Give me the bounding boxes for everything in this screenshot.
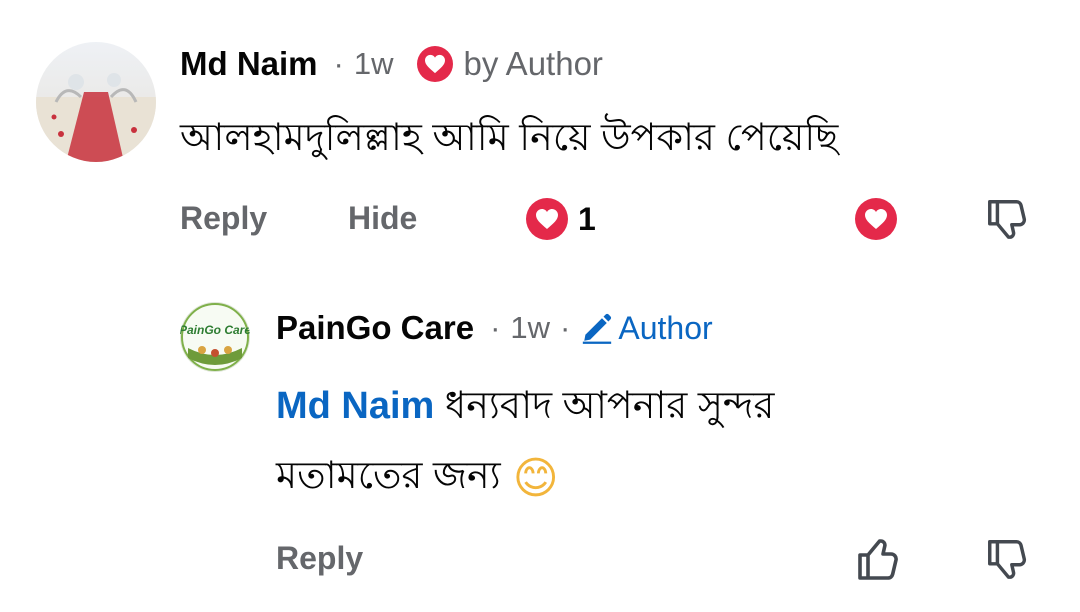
page-avatar[interactable]: PainGo Care — [180, 302, 250, 372]
reply-text-line2: মতামতের জন্য 😊 — [276, 446, 559, 510]
like-button[interactable] — [854, 536, 902, 584]
author-badge-label: Author — [618, 309, 713, 346]
heart-icon — [425, 54, 446, 74]
thumbs-down-icon — [988, 200, 1027, 239]
love-reaction-badge — [526, 198, 568, 240]
heart-icon — [536, 209, 558, 229]
pencil-icon — [583, 313, 612, 344]
commenter-avatar[interactable] — [36, 42, 156, 162]
meta-separator: · — [333, 46, 344, 81]
smiling-face-emoji: 😊 — [512, 452, 559, 504]
paingo-logo-text: PainGo Care — [180, 323, 250, 337]
reply-button[interactable]: Reply — [276, 540, 363, 577]
author-badge: Author — [580, 309, 713, 347]
reply-text: মতামতের জন্য — [276, 455, 501, 497]
reply-text: ধন্যবাদ আপনার সুন্দর — [444, 385, 775, 427]
comment-header: Md Naim · 1w by Author — [180, 40, 603, 88]
thumbs-down-icon — [988, 540, 1027, 579]
reply-timestamp[interactable]: 1w — [510, 310, 550, 346]
comment-timestamp[interactable]: 1w — [354, 46, 394, 82]
love-react-button[interactable] — [855, 198, 897, 240]
comment-text: আলহামদুলিল্লাহ আমি নিয়ে উপকার পেয়েছি — [180, 117, 839, 159]
reply-header: PainGo Care · 1w · Author — [276, 304, 713, 352]
loved-by-author-label: by Author — [463, 45, 603, 82]
hide-button[interactable]: Hide — [348, 200, 417, 237]
thumbs-up-icon — [858, 539, 898, 580]
heart-icon — [865, 209, 887, 229]
reply-text-line1: Md Naim ধন্যবাদ আপনার সুন্দর — [276, 376, 774, 440]
comment-author-name[interactable]: Md Naim — [180, 45, 318, 83]
reply-author-name[interactable]: PainGo Care — [276, 309, 474, 347]
meta-separator: · — [560, 310, 571, 345]
dislike-button[interactable] — [984, 196, 1030, 242]
meta-separator: · — [490, 310, 501, 345]
dislike-button[interactable] — [984, 536, 1030, 582]
mention-link[interactable]: Md Naim — [276, 385, 434, 427]
reaction-summary[interactable]: 1 — [526, 198, 596, 240]
author-love-badge — [417, 46, 454, 82]
reply-button[interactable]: Reply — [180, 200, 267, 237]
reaction-count: 1 — [578, 200, 596, 237]
